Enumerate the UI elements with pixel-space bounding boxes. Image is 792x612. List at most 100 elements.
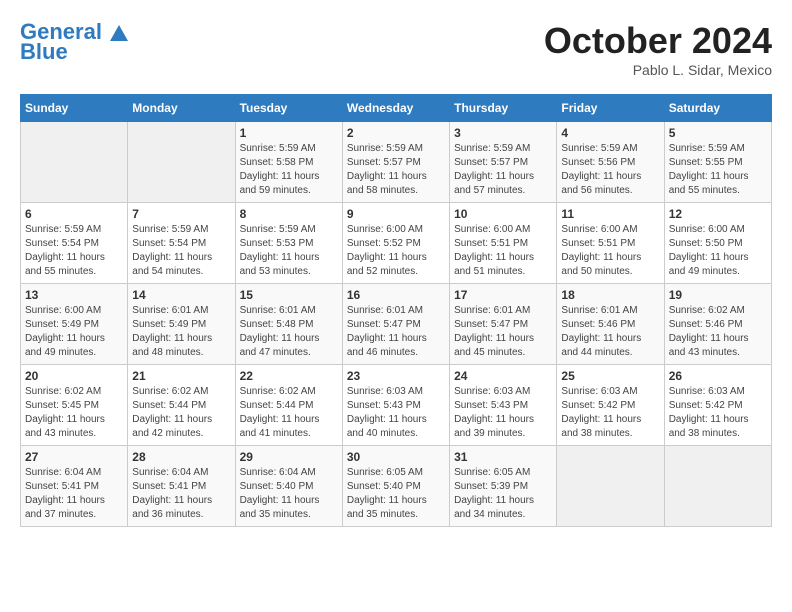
calendar-cell: 14 Sunrise: 6:01 AMSunset: 5:49 PMDayligh… (128, 284, 235, 365)
calendar-cell: 19 Sunrise: 6:02 AMSunset: 5:46 PMDayligh… (664, 284, 771, 365)
day-number: 8 (240, 207, 338, 221)
day-number: 26 (669, 369, 767, 383)
cell-content: Sunrise: 6:01 AMSunset: 5:46 PMDaylight:… (561, 304, 659, 360)
calendar-cell (128, 122, 235, 203)
weekday-header-thursday: Thursday (450, 95, 557, 122)
cell-content: Sunrise: 5:59 AMSunset: 5:54 PMDaylight:… (25, 223, 123, 279)
cell-content: Sunrise: 6:03 AMSunset: 5:43 PMDaylight:… (454, 385, 552, 441)
weekday-header-wednesday: Wednesday (342, 95, 449, 122)
day-number: 2 (347, 126, 445, 140)
calendar-cell: 3 Sunrise: 5:59 AMSunset: 5:57 PMDaylight… (450, 122, 557, 203)
day-number: 7 (132, 207, 230, 221)
calendar-cell: 12Sunrise: 6:00 AMSunset: 5:50 PMDayligh… (664, 203, 771, 284)
calendar-cell: 1Sunrise: 5:59 AMSunset: 5:58 PMDaylight… (235, 122, 342, 203)
calendar-cell: 6Sunrise: 5:59 AMSunset: 5:54 PMDaylight… (21, 203, 128, 284)
location-subtitle: Pablo L. Sidar, Mexico (544, 62, 772, 78)
cell-content: Sunrise: 6:01 AMSunset: 5:47 PMDaylight:… (454, 304, 552, 360)
cell-content: Sunrise: 6:02 AMSunset: 5:44 PMDaylight:… (240, 385, 338, 441)
day-number: 17 (454, 288, 552, 302)
calendar-cell: 22Sunrise: 6:02 AMSunset: 5:44 PMDayligh… (235, 365, 342, 446)
calendar-cell: 15Sunrise: 6:01 AMSunset: 5:48 PMDayligh… (235, 284, 342, 365)
day-number: 4 (561, 126, 659, 140)
calendar-week-4: 20Sunrise: 6:02 AMSunset: 5:45 PMDayligh… (21, 365, 772, 446)
calendar-cell: 26 Sunrise: 6:03 AMSunset: 5:42 PMDayligh… (664, 365, 771, 446)
day-number: 9 (347, 207, 445, 221)
cell-content: Sunrise: 5:59 AMSunset: 5:56 PMDaylight:… (561, 142, 659, 198)
weekday-header-sunday: Sunday (21, 95, 128, 122)
calendar-cell: 25Sunrise: 6:03 AMSunset: 5:42 PMDayligh… (557, 365, 664, 446)
calendar-cell: 5 Sunrise: 5:59 AMSunset: 5:55 PMDaylight… (664, 122, 771, 203)
day-number: 21 (132, 369, 230, 383)
weekday-header-monday: Monday (128, 95, 235, 122)
calendar-cell: 8 Sunrise: 5:59 AMSunset: 5:53 PMDaylight… (235, 203, 342, 284)
calendar-cell: 11 Sunrise: 6:00 AMSunset: 5:51 PMDayligh… (557, 203, 664, 284)
calendar-cell: 20Sunrise: 6:02 AMSunset: 5:45 PMDayligh… (21, 365, 128, 446)
day-number: 20 (25, 369, 123, 383)
cell-content: Sunrise: 6:00 AMSunset: 5:52 PMDaylight:… (347, 223, 445, 279)
cell-content: Sunrise: 5:59 AMSunset: 5:57 PMDaylight:… (454, 142, 552, 198)
calendar-cell (664, 446, 771, 527)
logo: General Blue (20, 20, 128, 64)
cell-content: Sunrise: 6:02 AMSunset: 5:46 PMDaylight:… (669, 304, 767, 360)
calendar-week-3: 13 Sunrise: 6:00 AMSunset: 5:49 PMDayligh… (21, 284, 772, 365)
calendar-cell: 24 Sunrise: 6:03 AMSunset: 5:43 PMDayligh… (450, 365, 557, 446)
calendar-cell: 21 Sunrise: 6:02 AMSunset: 5:44 PMDayligh… (128, 365, 235, 446)
page-header: General Blue October 2024 Pablo L. Sidar… (20, 20, 772, 78)
calendar-table: SundayMondayTuesdayWednesdayThursdayFrid… (20, 94, 772, 527)
cell-content: Sunrise: 6:04 AMSunset: 5:40 PMDaylight:… (240, 466, 338, 522)
calendar-header: SundayMondayTuesdayWednesdayThursdayFrid… (21, 95, 772, 122)
cell-content: Sunrise: 6:05 AMSunset: 5:39 PMDaylight:… (454, 466, 552, 522)
weekday-header-tuesday: Tuesday (235, 95, 342, 122)
day-number: 28 (132, 450, 230, 464)
day-number: 16 (347, 288, 445, 302)
cell-content: Sunrise: 5:59 AMSunset: 5:53 PMDaylight:… (240, 223, 338, 279)
logo-icon (110, 25, 128, 41)
calendar-cell: 16 Sunrise: 6:01 AMSunset: 5:47 PMDayligh… (342, 284, 449, 365)
cell-content: Sunrise: 6:05 AMSunset: 5:40 PMDaylight:… (347, 466, 445, 522)
title-block: October 2024 Pablo L. Sidar, Mexico (544, 20, 772, 78)
calendar-cell: 30 Sunrise: 6:05 AMSunset: 5:40 PMDayligh… (342, 446, 449, 527)
day-number: 10 (454, 207, 552, 221)
cell-content: Sunrise: 6:00 AMSunset: 5:49 PMDaylight:… (25, 304, 123, 360)
calendar-cell: 23 Sunrise: 6:03 AMSunset: 5:43 PMDayligh… (342, 365, 449, 446)
cell-content: Sunrise: 6:03 AMSunset: 5:42 PMDaylight:… (669, 385, 767, 441)
cell-content: Sunrise: 6:04 AMSunset: 5:41 PMDaylight:… (25, 466, 123, 522)
day-number: 3 (454, 126, 552, 140)
calendar-week-5: 27Sunrise: 6:04 AMSunset: 5:41 PMDayligh… (21, 446, 772, 527)
cell-content: Sunrise: 6:02 AMSunset: 5:44 PMDaylight:… (132, 385, 230, 441)
header-row: SundayMondayTuesdayWednesdayThursdayFrid… (21, 95, 772, 122)
day-number: 18 (561, 288, 659, 302)
cell-content: Sunrise: 5:59 AMSunset: 5:57 PMDaylight:… (347, 142, 445, 198)
calendar-cell: 2 Sunrise: 5:59 AMSunset: 5:57 PMDaylight… (342, 122, 449, 203)
cell-content: Sunrise: 6:00 AMSunset: 5:51 PMDaylight:… (454, 223, 552, 279)
day-number: 23 (347, 369, 445, 383)
day-number: 14 (132, 288, 230, 302)
cell-content: Sunrise: 6:00 AMSunset: 5:51 PMDaylight:… (561, 223, 659, 279)
day-number: 30 (347, 450, 445, 464)
cell-content: Sunrise: 5:59 AMSunset: 5:55 PMDaylight:… (669, 142, 767, 198)
month-title: October 2024 (544, 20, 772, 62)
day-number: 13 (25, 288, 123, 302)
calendar-cell: 28Sunrise: 6:04 AMSunset: 5:41 PMDayligh… (128, 446, 235, 527)
calendar-cell: 4 Sunrise: 5:59 AMSunset: 5:56 PMDaylight… (557, 122, 664, 203)
day-number: 15 (240, 288, 338, 302)
calendar-cell: 9 Sunrise: 6:00 AMSunset: 5:52 PMDaylight… (342, 203, 449, 284)
calendar-week-2: 6Sunrise: 5:59 AMSunset: 5:54 PMDaylight… (21, 203, 772, 284)
cell-content: Sunrise: 6:01 AMSunset: 5:49 PMDaylight:… (132, 304, 230, 360)
day-number: 1 (240, 126, 338, 140)
day-number: 5 (669, 126, 767, 140)
cell-content: Sunrise: 6:01 AMSunset: 5:47 PMDaylight:… (347, 304, 445, 360)
calendar-cell (557, 446, 664, 527)
weekday-header-saturday: Saturday (664, 95, 771, 122)
calendar-week-1: 1Sunrise: 5:59 AMSunset: 5:58 PMDaylight… (21, 122, 772, 203)
calendar-cell: 17 Sunrise: 6:01 AMSunset: 5:47 PMDayligh… (450, 284, 557, 365)
day-number: 19 (669, 288, 767, 302)
cell-content: Sunrise: 6:03 AMSunset: 5:43 PMDaylight:… (347, 385, 445, 441)
day-number: 24 (454, 369, 552, 383)
calendar-cell: 7Sunrise: 5:59 AMSunset: 5:54 PMDaylight… (128, 203, 235, 284)
calendar-cell: 10 Sunrise: 6:00 AMSunset: 5:51 PMDayligh… (450, 203, 557, 284)
day-number: 31 (454, 450, 552, 464)
calendar-cell: 27Sunrise: 6:04 AMSunset: 5:41 PMDayligh… (21, 446, 128, 527)
day-number: 11 (561, 207, 659, 221)
cell-content: Sunrise: 6:03 AMSunset: 5:42 PMDaylight:… (561, 385, 659, 441)
